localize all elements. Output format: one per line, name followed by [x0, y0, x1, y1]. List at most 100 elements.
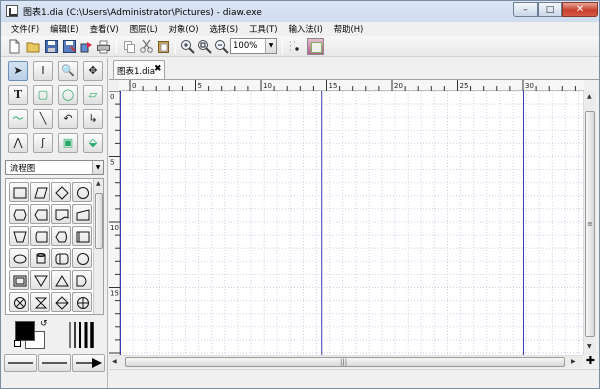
shape-alternate[interactable] — [30, 204, 50, 224]
shape-palette: ▲ — [5, 178, 104, 315]
export-icon[interactable] — [79, 39, 94, 54]
arc-tool[interactable]: ↶ — [58, 109, 78, 129]
shape-delay[interactable] — [72, 248, 92, 268]
menu-tools[interactable]: 工具(T) — [243, 22, 282, 36]
minimize-button[interactable]: – — [513, 2, 538, 17]
swap-colors-icon[interactable]: ↺ — [40, 319, 48, 329]
reset-colors-icon[interactable] — [14, 340, 21, 347]
shape-document[interactable] — [51, 204, 71, 224]
zoom-out-icon[interactable] — [214, 39, 229, 54]
menu-layers[interactable]: 图层(L) — [124, 22, 163, 36]
chevron-down-icon[interactable]: ▼ — [92, 161, 103, 174]
shape-plus-circle[interactable] — [72, 292, 92, 312]
shape-palette-scrollbar[interactable]: ▲ — [93, 179, 103, 314]
text-edit-tool[interactable]: I — [33, 61, 53, 81]
app-icon[interactable] — [6, 5, 18, 17]
drawing-canvas[interactable] — [120, 91, 584, 355]
toolbar-separator — [175, 39, 176, 54]
outline-tool[interactable]: ⬙ — [83, 133, 103, 153]
menu-help[interactable]: 帮助(H) — [328, 22, 369, 36]
vertical-scrollbar[interactable]: ▲ ≡ ▼ — [583, 91, 596, 355]
line-tool[interactable]: ╲ — [33, 109, 53, 129]
title-bar: 图表1.dia (C:\Users\Administrator\Pictures… — [1, 1, 599, 21]
menu-view[interactable]: 查看(V) — [84, 22, 124, 36]
text-icon: T — [13, 88, 23, 101]
snap-icon[interactable] — [307, 38, 324, 55]
menu-objects[interactable]: 对象(O) — [163, 22, 204, 36]
ellipse-tool[interactable]: ◯ — [58, 85, 78, 105]
beziergon-tool[interactable]: 〜 — [8, 109, 28, 129]
text-tool[interactable]: T — [8, 85, 28, 105]
shape-preparation[interactable] — [9, 204, 29, 224]
sheet-selector[interactable]: 流程图 ▼ — [5, 160, 104, 175]
shape-connector[interactable] — [72, 226, 92, 246]
zigzag-tool[interactable]: ↳ — [83, 109, 103, 129]
box-tool[interactable]: ▢ — [33, 85, 53, 105]
zoom-tool[interactable]: 🔍 — [58, 61, 78, 81]
print-icon[interactable] — [96, 39, 111, 54]
canvas-grid — [120, 91, 584, 355]
start-arrow-selector[interactable] — [4, 354, 37, 372]
shape-cross-circle[interactable] — [9, 292, 29, 312]
maximize-button[interactable]: □ — [538, 2, 562, 17]
shape-manual-input[interactable] — [72, 204, 92, 224]
navigation-icon[interactable]: ✚ — [584, 355, 597, 368]
grid-icon[interactable] — [288, 39, 303, 54]
menu-file[interactable]: 文件(F) — [5, 22, 44, 36]
cut-icon[interactable] — [139, 39, 154, 54]
zoom-value[interactable]: 100% — [233, 41, 257, 51]
sheet-value[interactable]: 流程图 — [10, 162, 35, 174]
shape-decision[interactable] — [51, 182, 71, 202]
zoom-in-icon[interactable] — [180, 39, 195, 54]
tab-diagram[interactable]: 图表1.dia ✖ — [113, 60, 165, 79]
close-tab-icon[interactable]: ✖ — [154, 64, 162, 74]
bezierline-icon: ʃ — [41, 136, 45, 149]
move-icon: ✥ — [88, 64, 98, 77]
zoom-fit-icon[interactable] — [197, 39, 212, 54]
pointer-tool[interactable]: ➤ — [8, 61, 28, 81]
shape-manual-operation[interactable] — [9, 226, 29, 246]
shape-sort[interactable] — [51, 270, 71, 290]
horizontal-scrollbar[interactable]: ◀ ||| ▶ — [109, 355, 583, 368]
paste-icon[interactable] — [156, 39, 171, 54]
menu-edit[interactable]: 编辑(E) — [44, 22, 84, 36]
end-arrow-selector[interactable] — [72, 354, 105, 372]
chevron-down-icon[interactable]: ▼ — [265, 39, 276, 53]
polygon-tool[interactable]: ▱ — [83, 85, 103, 105]
line-width-selector[interactable] — [67, 321, 95, 349]
shape-storage[interactable] — [30, 226, 50, 246]
open-icon[interactable] — [26, 39, 41, 54]
line-style-selector[interactable] — [38, 354, 71, 372]
bezierline-tool[interactable]: ʃ — [33, 133, 53, 153]
polyline-tool[interactable]: ⋀ — [8, 133, 28, 153]
menu-input-method[interactable]: 输入法(I) — [283, 22, 328, 36]
horizontal-ruler-ticks: 0 5 10 15 20 25 30 — [129, 80, 576, 91]
shape-split[interactable] — [51, 292, 71, 312]
shape-hourglass[interactable] — [30, 292, 50, 312]
save-icon[interactable] — [44, 39, 59, 54]
save-as-icon[interactable] — [62, 39, 77, 54]
shape-or[interactable] — [72, 270, 92, 290]
shape-display[interactable] — [51, 226, 71, 246]
new-icon[interactable] — [7, 39, 22, 54]
shape-terminal[interactable] — [72, 182, 92, 202]
zoom-combo[interactable]: 100% ▼ — [230, 38, 277, 54]
image-icon: ▣ — [62, 136, 74, 149]
shape-collate[interactable] — [30, 270, 50, 290]
shape-data[interactable] — [30, 182, 50, 202]
shape-process[interactable] — [9, 182, 29, 202]
shape-summing[interactable] — [9, 270, 29, 290]
close-button[interactable]: ✕ — [562, 2, 598, 17]
scroll-tool[interactable]: ✥ — [83, 61, 103, 81]
shape-predefined[interactable] — [9, 248, 29, 268]
text-cursor-icon: I — [41, 64, 45, 77]
shape-extract[interactable] — [51, 248, 71, 268]
shape-merge[interactable] — [30, 248, 50, 268]
horizontal-ruler: 0 5 10 15 20 25 30 — [119, 80, 584, 91]
menu-select[interactable]: 选择(S) — [204, 22, 244, 36]
foreground-color-swatch[interactable] — [15, 321, 35, 341]
image-tool[interactable]: ▣ — [58, 133, 78, 153]
copy-icon[interactable] — [122, 39, 137, 54]
pointer-icon: ➤ — [13, 64, 23, 77]
zigzag-icon: ↳ — [88, 112, 98, 125]
